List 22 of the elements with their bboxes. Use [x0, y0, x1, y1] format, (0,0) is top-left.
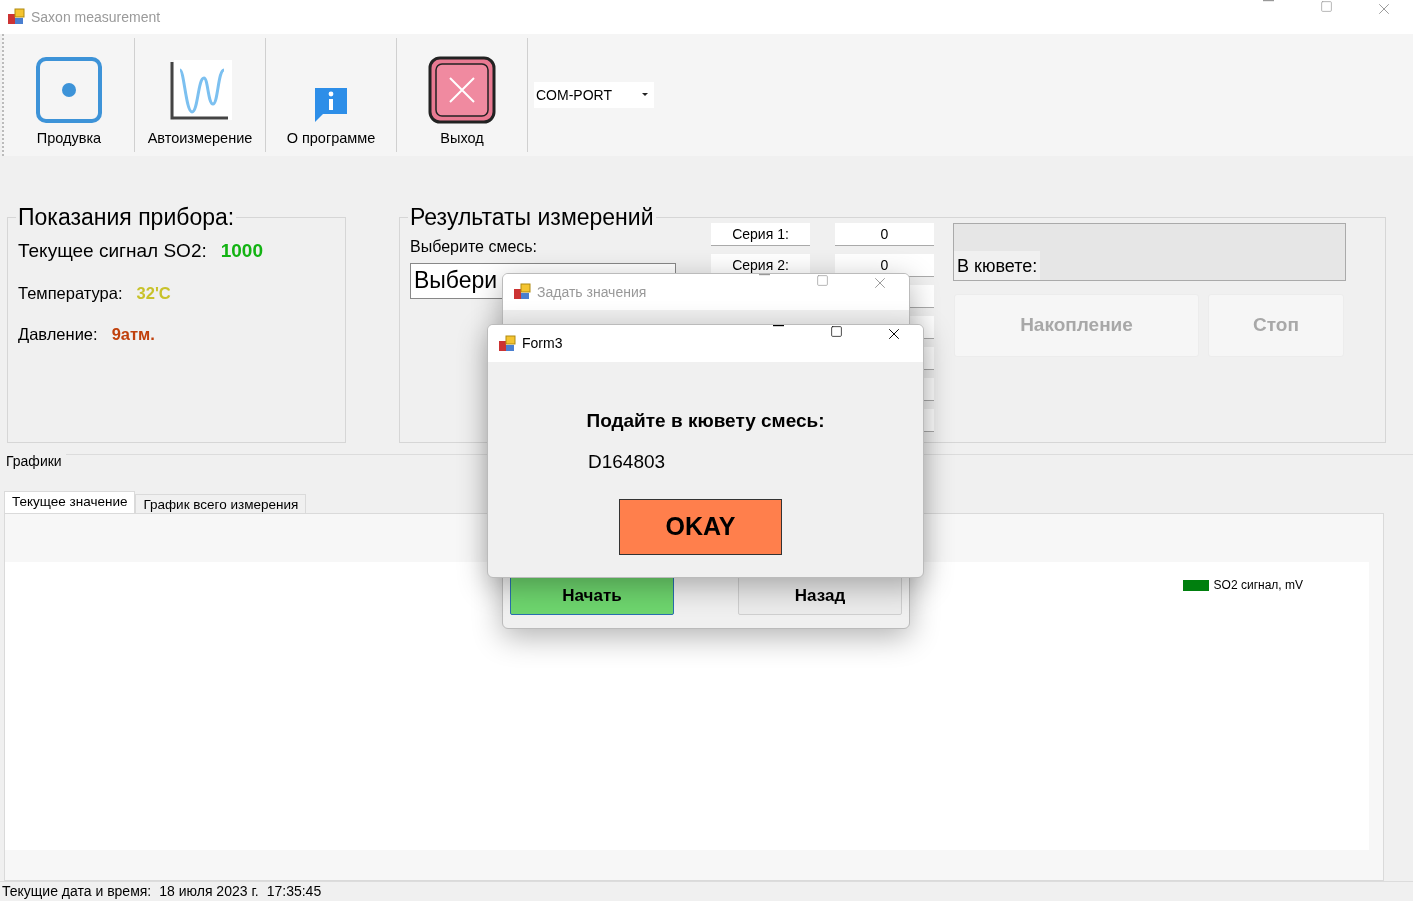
dialog-title: Задать значения [537, 282, 647, 302]
reading-value: 1000 [220, 238, 263, 263]
group-title: Показания прибора: [17, 203, 236, 232]
series-value: 0 [835, 222, 934, 246]
dialog-message: Подайте в кювету смесь: [586, 409, 825, 433]
reading-label: Давление: [18, 323, 98, 345]
status-date: 18 июля 2023 г. [159, 882, 259, 901]
dialog-title: Form3 [522, 334, 563, 353]
mix-code: D164803 [588, 449, 667, 474]
status-label: Текущие дата и время: [2, 882, 152, 901]
cuvette-label: В кювете: [954, 250, 1041, 280]
legend-label: SO2 сигнал, mV [1213, 577, 1303, 594]
window-title: Saxon measurement [31, 7, 161, 27]
reading-label: Температура: [18, 283, 123, 304]
series-label: Серия 1: [711, 222, 810, 246]
status-time: 17:35:45 [266, 882, 322, 901]
group-title: Результаты измерений [409, 203, 655, 232]
reading-value: 32'C [136, 283, 171, 304]
group-title: Графики [6, 452, 62, 471]
reading-value: 9атм. [111, 323, 155, 345]
reading-label: Текущее сигнал SO2: [18, 238, 207, 263]
mix-label: Выберите смесь: [410, 236, 539, 257]
